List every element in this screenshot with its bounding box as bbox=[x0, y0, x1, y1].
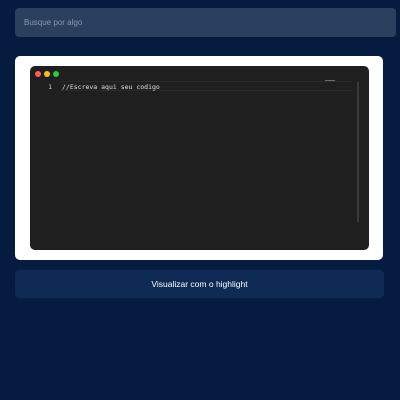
minimap-line bbox=[325, 80, 335, 81]
line-number: 1 bbox=[48, 83, 52, 91]
close-dot-icon bbox=[35, 71, 41, 77]
code-editor[interactable]: 1 //Escreva aqui seu codigo bbox=[30, 66, 369, 250]
minimize-dot-icon bbox=[44, 71, 50, 77]
vertical-scrollbar[interactable] bbox=[357, 82, 359, 222]
editor-card: 1 //Escreva aqui seu codigo bbox=[15, 56, 383, 260]
highlight-button[interactable]: Visualizar com o highlight bbox=[15, 270, 384, 298]
search-input[interactable] bbox=[15, 8, 396, 37]
window-controls bbox=[35, 71, 59, 77]
maximize-dot-icon bbox=[53, 71, 59, 77]
code-line[interactable]: //Escreva aqui seu codigo bbox=[62, 83, 160, 91]
